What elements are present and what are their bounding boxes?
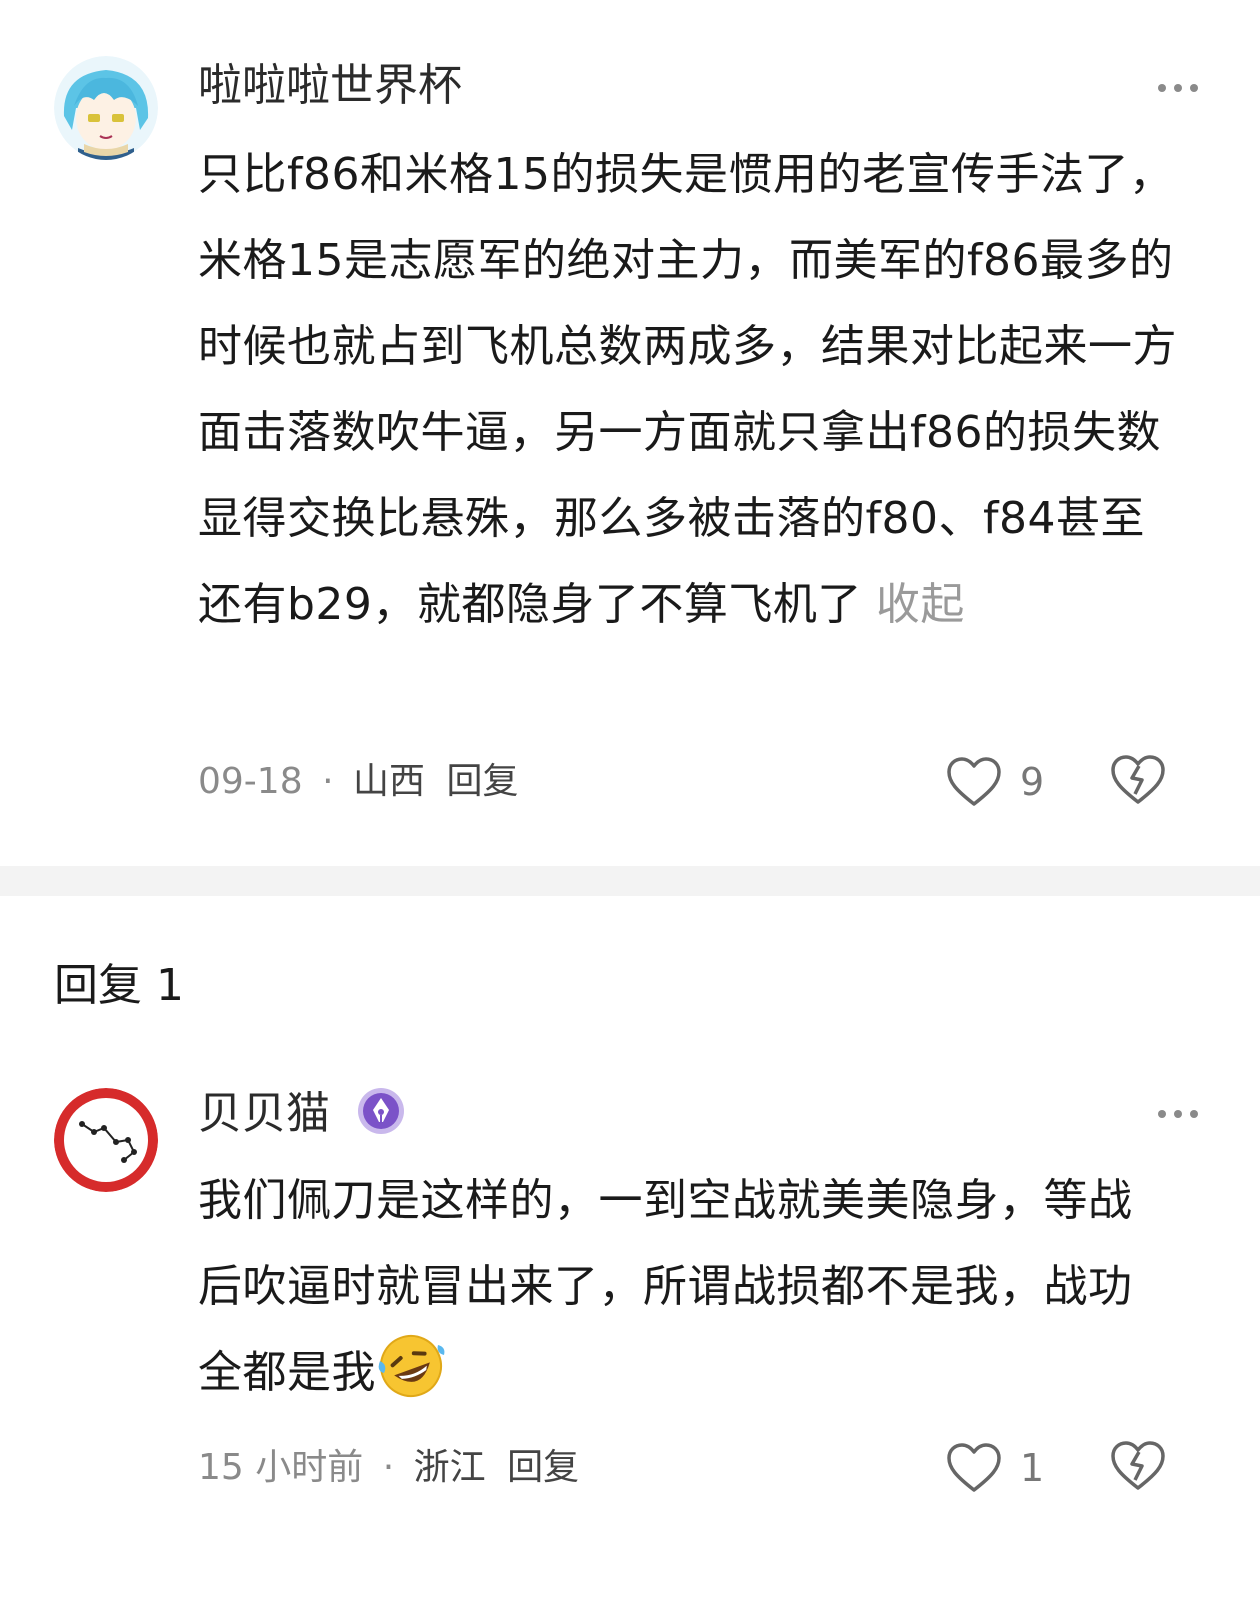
comment-date: 09-18 <box>198 761 303 802</box>
meta-separator: · <box>382 1447 395 1488</box>
comment-location: 浙江 <box>413 1447 486 1488</box>
comment-body: 我们佩刀是这样的，一到空战就美美隐身，等战后吹逼时就冒出来了，所谓战损都不是我，… <box>198 1175 1133 1398</box>
replies-header: 回复 1 <box>54 960 184 1011</box>
comment-meta: 15 小时前 · 浙江 回复 <box>198 1444 579 1492</box>
comment-main: 啦啦啦世界杯 只比f86和米格15的损失是惯用的老宣传手法了，米格15是志愿军的… <box>0 0 1260 866</box>
more-dots-icon[interactable] <box>1158 1104 1198 1124</box>
pen-badge-icon <box>358 1088 404 1134</box>
broken-heart-icon[interactable] <box>1110 1440 1166 1496</box>
comment-body: 只比f86和米格15的损失是惯用的老宣传手法了，米格15是志愿军的绝对主力，而美… <box>198 149 1177 630</box>
like-button[interactable]: 1 <box>946 1440 1044 1496</box>
meta-separator: · <box>322 761 334 802</box>
like-count: 9 <box>1020 760 1045 804</box>
broken-heart-icon[interactable] <box>1110 754 1166 810</box>
username-text[interactable]: 贝贝猫 <box>198 1088 330 1139</box>
like-button[interactable]: 9 <box>946 754 1044 810</box>
username[interactable]: 啦啦啦世界杯 <box>198 58 462 114</box>
like-count: 1 <box>1020 1446 1045 1490</box>
user-avatar[interactable] <box>54 56 158 160</box>
reply-button[interactable]: 回复 <box>507 1447 579 1488</box>
more-dots-icon[interactable] <box>1158 78 1198 98</box>
comment-text: 只比f86和米格15的损失是惯用的老宣传手法了，米格15是志愿军的绝对主力，而美… <box>198 132 1188 648</box>
reply-button[interactable]: 回复 <box>446 761 518 802</box>
heart-icon <box>947 757 1001 806</box>
heart-icon <box>947 1443 1001 1492</box>
comment-text: 我们佩刀是这样的，一到空战就美美隐身，等战后吹逼时就冒出来了，所谓战损都不是我，… <box>198 1158 1158 1416</box>
comment-reply: 贝贝猫 我们佩刀是这样的，一到空战就美美隐身，等战后吹逼时就冒出来了，所谓战损都… <box>0 1060 1260 1560</box>
collapse-link[interactable]: 收起 <box>876 579 965 630</box>
username[interactable]: 贝贝猫 <box>198 1086 406 1142</box>
user-avatar[interactable] <box>54 1088 158 1192</box>
comment-meta: 09-18 · 山西 回复 <box>198 758 518 806</box>
anime-girl-avatar-icon <box>54 56 158 160</box>
comment-time: 15 小时前 <box>198 1447 364 1488</box>
constellation-avatar-icon <box>54 1088 158 1192</box>
comment-location: 山西 <box>352 761 425 802</box>
section-divider <box>0 866 1260 896</box>
rolling-laughing-emoji-icon <box>378 1335 445 1397</box>
